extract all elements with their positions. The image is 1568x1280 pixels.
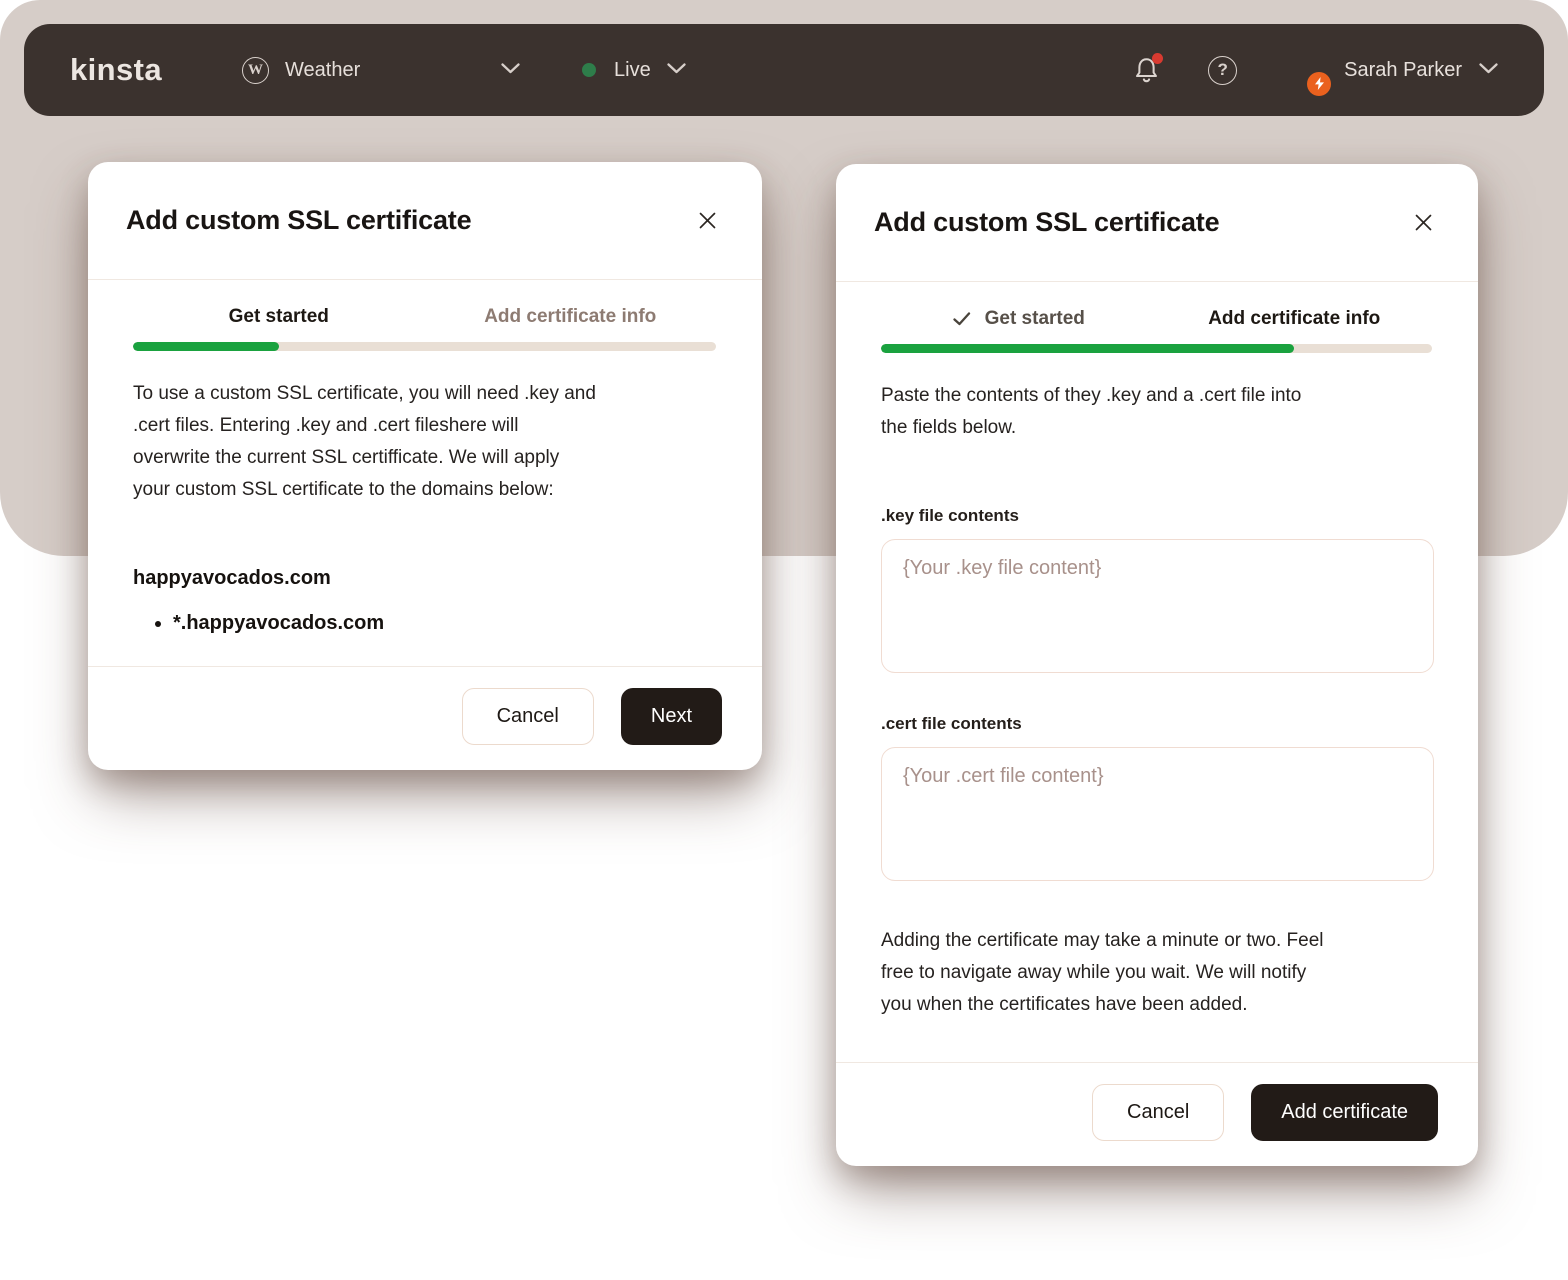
live-status-dot (582, 63, 596, 77)
progress-fill (133, 342, 279, 351)
environment-name: Live (614, 59, 651, 82)
key-file-input[interactable] (881, 539, 1434, 673)
cancel-button[interactable]: Cancel (462, 688, 594, 745)
intro-text: Paste the contents of they .key and a .c… (881, 380, 1434, 444)
progress-bar (881, 344, 1432, 353)
help-icon[interactable]: ? (1208, 56, 1237, 85)
wizard-steps: Get started Add certificate info (88, 280, 762, 351)
subdomain-item: *.happyavocados.com (173, 608, 718, 638)
step-add-certificate-info: Add certificate info (425, 306, 717, 328)
close-icon (699, 212, 716, 229)
user-avatar[interactable] (1281, 48, 1326, 93)
modal-title: Add custom SSL certificate (874, 207, 1219, 238)
step-get-started-completed: Get started (881, 308, 1157, 330)
top-navigation-bar: kinsta W Weather Live ? Sarah P (24, 24, 1544, 116)
progress-bar (133, 342, 716, 351)
wizard-steps: Get started Add certificate info (836, 282, 1478, 353)
chevron-down-icon (501, 61, 520, 79)
ssl-modal-step1: Add custom SSL certificate Get started A… (88, 162, 762, 770)
cert-file-input[interactable] (881, 747, 1434, 881)
intro-text: To use a custom SSL certificate, you wil… (133, 378, 718, 506)
cancel-button[interactable]: Cancel (1092, 1084, 1224, 1141)
add-certificate-button[interactable]: Add certificate (1251, 1084, 1438, 1141)
close-button[interactable] (693, 206, 722, 235)
notification-badge (1152, 53, 1163, 64)
next-button[interactable]: Next (621, 688, 722, 745)
wordpress-icon: W (242, 57, 269, 84)
cert-file-label: .cert file contents (881, 714, 1434, 734)
note-text: Adding the certificate may take a minute… (881, 925, 1434, 1021)
environment-selector-dropdown[interactable]: Live (582, 59, 686, 82)
progress-fill (881, 344, 1294, 353)
ssl-modal-step2: Add custom SSL certificate Get started A… (836, 164, 1478, 1166)
site-selector-dropdown[interactable]: W Weather (242, 57, 520, 84)
kinsta-logo: kinsta (70, 52, 162, 88)
site-name: Weather (285, 59, 360, 82)
step-get-started: Get started (133, 306, 425, 328)
check-icon (953, 312, 971, 326)
user-name[interactable]: Sarah Parker (1344, 59, 1462, 82)
notifications-button[interactable] (1133, 56, 1160, 84)
close-icon (1415, 214, 1432, 231)
close-button[interactable] (1409, 208, 1438, 237)
key-file-label: .key file contents (881, 506, 1434, 526)
domain-name: happyavocados.com (133, 562, 718, 594)
lightning-badge-icon (1307, 72, 1331, 96)
chevron-down-icon (667, 61, 686, 79)
subdomain-list: *.happyavocados.com (133, 608, 718, 638)
chevron-down-icon[interactable] (1479, 61, 1498, 79)
step-add-certificate-info: Add certificate info (1157, 308, 1433, 330)
modal-title: Add custom SSL certificate (126, 205, 471, 236)
